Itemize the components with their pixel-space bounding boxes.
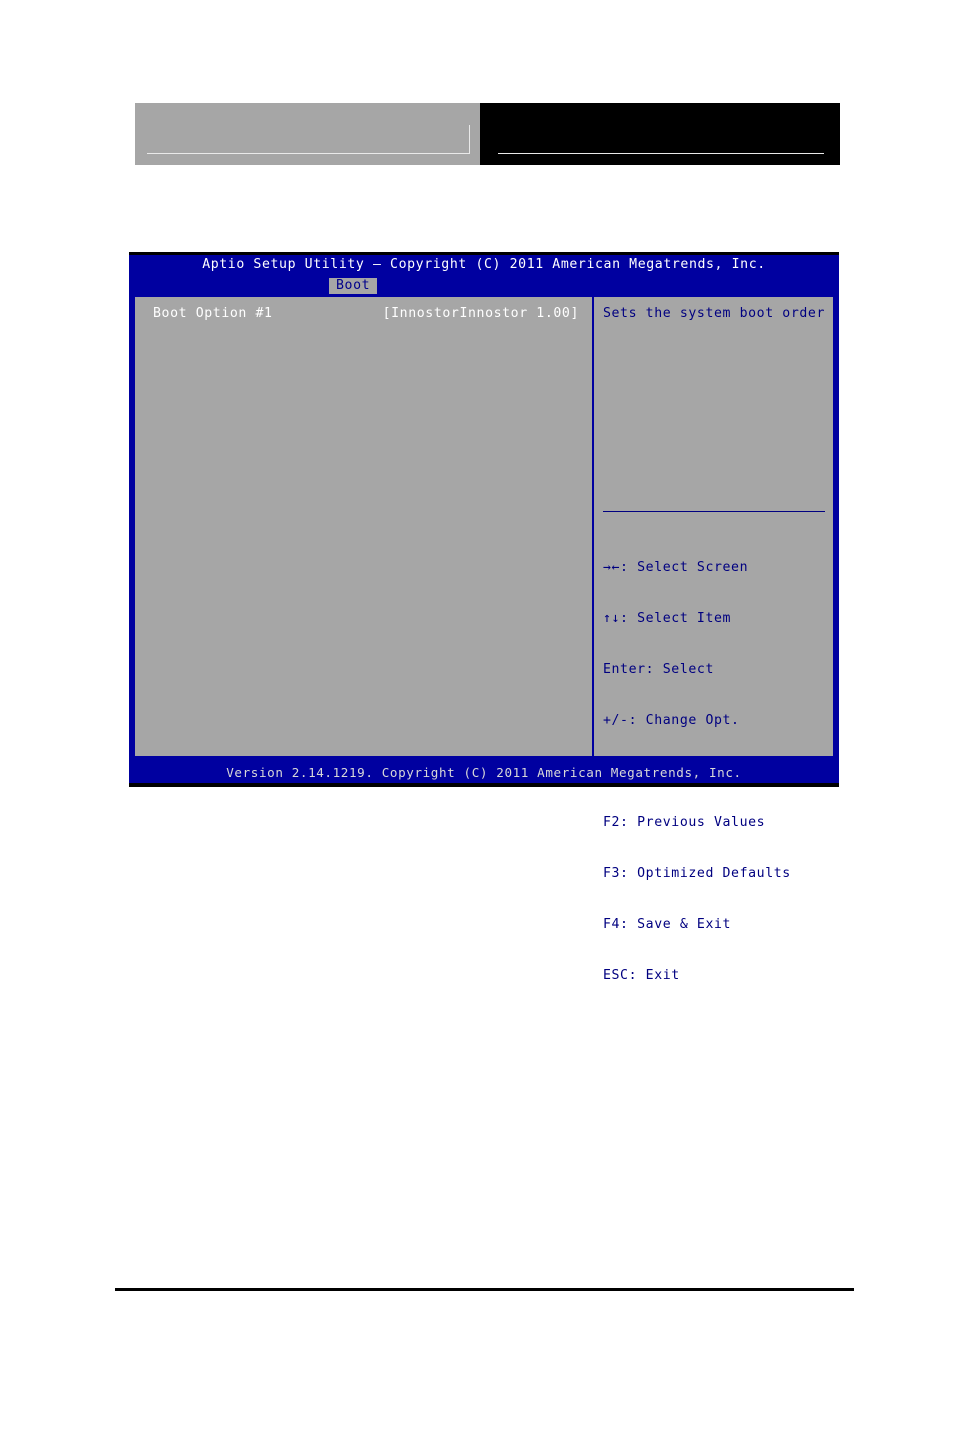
setting-label-boot-option-1: Boot Option #1 <box>153 306 273 321</box>
bios-menu-bar: Boot <box>129 277 839 294</box>
key-legend-item: F4: Save & Exit <box>602 917 732 932</box>
tab-boot[interactable]: Boot <box>329 278 378 294</box>
key-legend-item: ESC: Exit <box>602 968 680 983</box>
settings-pane: Boot Option #1 [InnostorInnostor 1.00] <box>135 297 591 756</box>
bios-body: Boot Option #1 [InnostorInnostor 1.00] S… <box>133 295 835 983</box>
header-box-left <box>135 103 480 165</box>
key-legend-item: Enter: Select <box>602 662 714 677</box>
bios-setup-screen: Aptio Setup Utility – Copyright (C) 2011… <box>129 252 839 983</box>
screen-top-strip <box>129 252 839 255</box>
bios-version-bar: Version 2.14.1219. Copyright (C) 2011 Am… <box>129 763 839 783</box>
document-header <box>135 103 840 165</box>
help-pane: Sets the system boot order →←: Select Sc… <box>595 297 833 983</box>
header-right-horizontal-rule <box>498 153 824 154</box>
key-legend-item: F2: Previous Values <box>602 815 766 830</box>
header-left-vertical-rule <box>469 125 470 154</box>
help-separator <box>602 511 825 512</box>
key-legend-item: +/-: Change Opt. <box>602 713 740 728</box>
header-left-horizontal-rule <box>147 153 470 154</box>
key-legend-item: F3: Optimized Defaults <box>602 866 791 881</box>
help-description: Sets the system boot order <box>602 306 825 321</box>
key-legend-item: →←: Select Screen <box>602 560 749 575</box>
setting-value-boot-option-1[interactable]: [InnostorInnostor 1.00] <box>383 305 579 322</box>
setting-row-boot-option-1[interactable]: Boot Option #1 [InnostorInnostor 1.00] <box>135 305 591 322</box>
footer-rule <box>115 1288 854 1291</box>
screen-bottom-strip <box>129 783 839 787</box>
key-legend-item: ↑↓: Select Item <box>602 611 732 626</box>
bios-title-bar: Aptio Setup Utility – Copyright (C) 2011… <box>129 252 839 277</box>
pane-divider <box>592 297 594 756</box>
header-box-right <box>480 103 840 165</box>
